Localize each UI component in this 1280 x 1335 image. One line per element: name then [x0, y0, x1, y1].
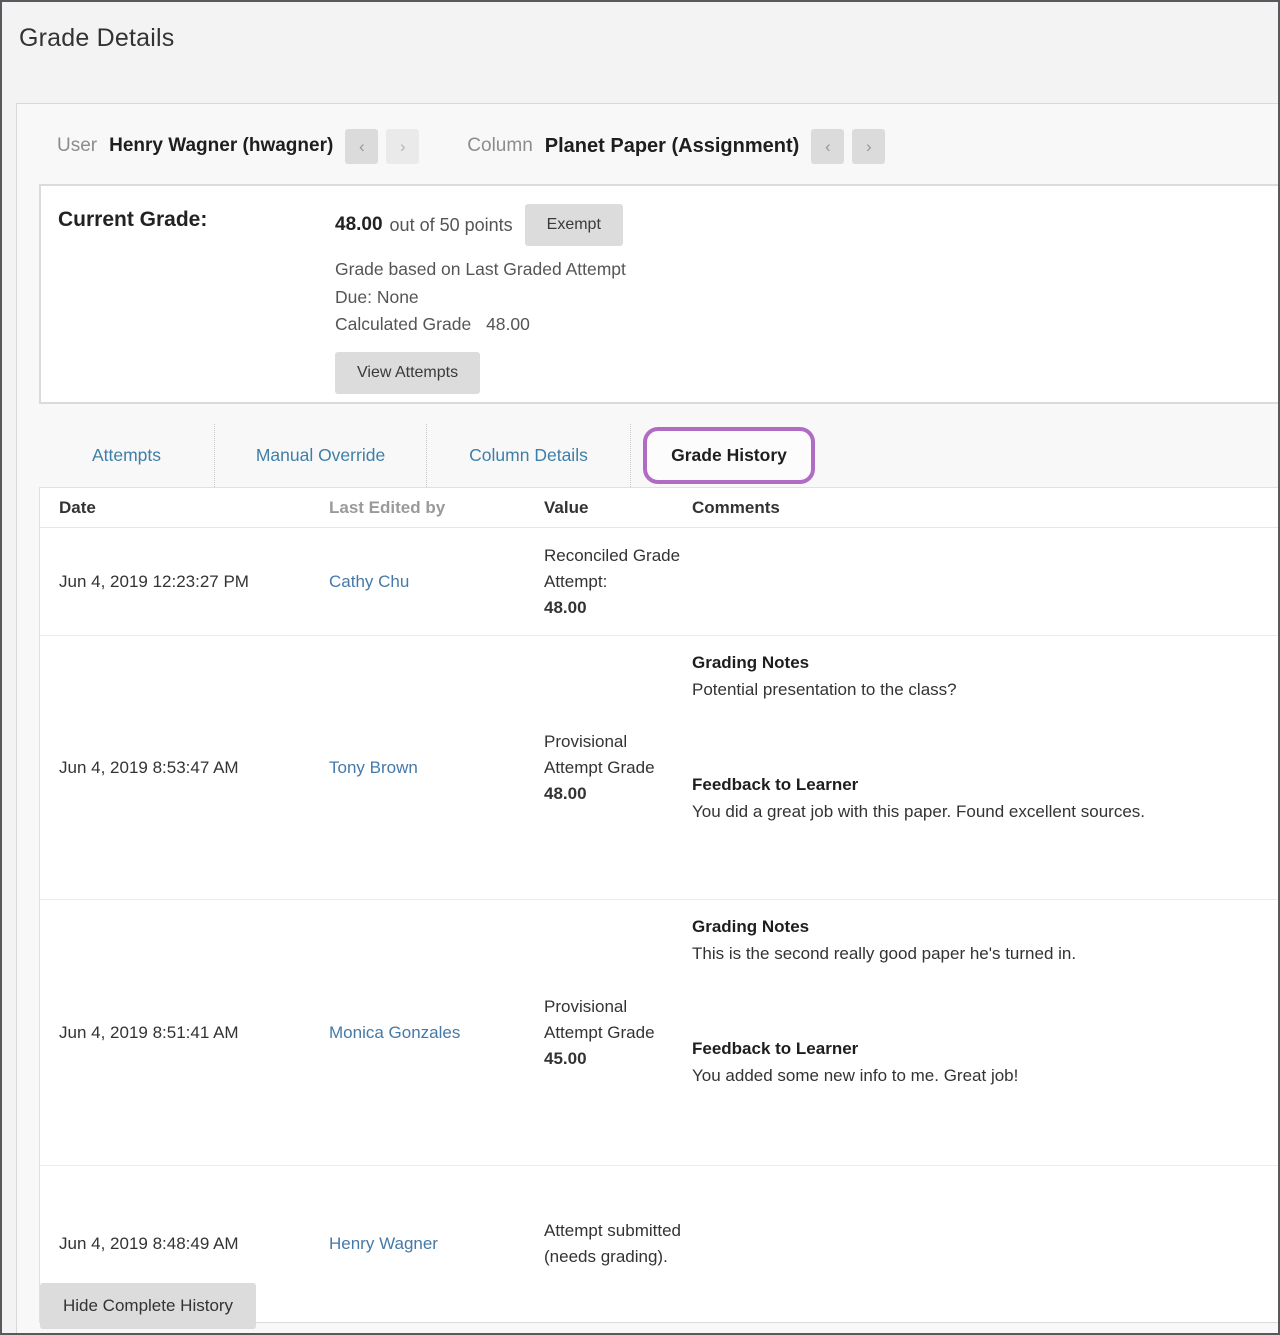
- editor-link[interactable]: Tony Brown: [329, 758, 418, 777]
- chevron-left-icon: ‹: [825, 137, 831, 156]
- comment-heading: Grading Notes: [692, 649, 1270, 676]
- editor-link[interactable]: Monica Gonzales: [329, 1023, 460, 1042]
- grade-due: Due: None: [335, 284, 1280, 312]
- grading-notes-block: Grading Notes This is the second really …: [692, 913, 1270, 967]
- grade-out-of: out of 50 points: [390, 215, 513, 236]
- table-row: Jun 4, 2019 8:53:47 AM Tony Brown Provis…: [40, 636, 1280, 900]
- editor-link[interactable]: Henry Wagner: [329, 1234, 438, 1253]
- user-name: Henry Wagner (hwagner): [109, 135, 333, 157]
- column-header-date: Date: [40, 498, 329, 518]
- grade-score: 48.00: [335, 214, 383, 236]
- history-date: Jun 4, 2019 12:23:27 PM: [40, 572, 329, 592]
- chevron-right-icon: ›: [866, 137, 872, 156]
- grade-history-table: Date Last Edited by Value Comments Jun 4…: [39, 487, 1280, 1323]
- grade-details-window: Grade Details User Henry Wagner (hwagner…: [0, 0, 1280, 1335]
- value-text: Reconciled Grade Attempt:: [544, 546, 680, 591]
- current-grade-label: Current Grade:: [58, 204, 335, 402]
- history-value: Reconciled Grade Attempt: 48.00: [544, 543, 692, 621]
- value-text: Provisional Attempt Grade: [544, 997, 655, 1042]
- view-attempts-button[interactable]: View Attempts: [335, 352, 480, 394]
- exempt-button[interactable]: Exempt: [525, 204, 623, 246]
- user-column-nav: User Henry Wagner (hwagner) ‹ › Column P…: [17, 104, 1280, 184]
- table-row: Jun 4, 2019 8:51:41 AM Monica Gonzales P…: [40, 900, 1280, 1166]
- tab-column-details[interactable]: Column Details: [427, 424, 631, 487]
- calculated-grade-value: 48.00: [486, 314, 530, 334]
- value-grade: 48.00: [544, 781, 682, 807]
- next-user-button[interactable]: ›: [386, 129, 419, 164]
- feedback-block: Feedback to Learner You added some new i…: [692, 1035, 1270, 1089]
- editor-link[interactable]: Cathy Chu: [329, 572, 409, 591]
- history-date: Jun 4, 2019 8:51:41 AM: [40, 1023, 329, 1043]
- table-header-row: Date Last Edited by Value Comments: [40, 488, 1280, 528]
- grade-score-line: 48.00 out of 50 points Exempt: [335, 204, 1280, 246]
- previous-column-button[interactable]: ‹: [811, 129, 844, 164]
- tab-grade-history-label[interactable]: Grade History: [643, 427, 815, 484]
- value-text: Attempt submitted (needs grading).: [544, 1221, 681, 1266]
- feedback-block: Feedback to Learner You did a great job …: [692, 771, 1270, 825]
- next-column-button[interactable]: ›: [852, 129, 885, 164]
- comment-heading: Feedback to Learner: [692, 1035, 1270, 1062]
- comment-heading: Grading Notes: [692, 913, 1270, 940]
- comment-text: You did a great job with this paper. Fou…: [692, 798, 1270, 825]
- column-header-last-edited-by: Last Edited by: [329, 498, 544, 518]
- table-row: Jun 4, 2019 12:23:27 PM Cathy Chu Reconc…: [40, 528, 1280, 636]
- grading-notes-block: Grading Notes Potential presentation to …: [692, 649, 1270, 703]
- calculated-grade-line: Calculated Grade 48.00: [335, 311, 1280, 339]
- comment-text: This is the second really good paper he'…: [692, 940, 1270, 967]
- chevron-right-icon: ›: [400, 137, 406, 156]
- current-grade-body: 48.00 out of 50 points Exempt Grade base…: [335, 204, 1280, 402]
- column-header-comments: Comments: [692, 494, 1280, 521]
- tab-attempts[interactable]: Attempts: [39, 424, 215, 487]
- current-grade-box: Current Grade: 48.00 out of 50 points Ex…: [39, 184, 1280, 404]
- previous-user-button[interactable]: ‹: [345, 129, 378, 164]
- comment-text: Potential presentation to the class?: [692, 676, 1270, 703]
- history-date: Jun 4, 2019 8:48:49 AM: [40, 1234, 329, 1254]
- history-comments: Grading Notes Potential presentation to …: [692, 636, 1280, 825]
- user-label: User: [57, 135, 97, 157]
- tab-manual-override[interactable]: Manual Override: [215, 424, 427, 487]
- comment-text: You added some new info to me. Great job…: [692, 1062, 1270, 1089]
- history-comments: Grading Notes This is the second really …: [692, 900, 1280, 1089]
- history-date: Jun 4, 2019 8:53:47 AM: [40, 758, 329, 778]
- tab-grade-history[interactable]: Grade History: [631, 424, 827, 487]
- comment-heading: Feedback to Learner: [692, 771, 1270, 798]
- history-value: Attempt submitted (needs grading).: [544, 1218, 692, 1270]
- history-value: Provisional Attempt Grade 45.00: [544, 994, 692, 1072]
- tab-bar: Attempts Manual Override Column Details …: [39, 424, 1280, 487]
- value-grade: 45.00: [544, 1046, 682, 1072]
- page-title: Grade Details: [2, 2, 1278, 53]
- grade-details-panel: User Henry Wagner (hwagner) ‹ › Column P…: [16, 103, 1280, 1335]
- calculated-grade-label: Calculated Grade: [335, 314, 471, 334]
- column-label: Column: [467, 135, 532, 157]
- history-value: Provisional Attempt Grade 48.00: [544, 729, 692, 807]
- column-name: Planet Paper (Assignment): [545, 135, 800, 158]
- grade-based-on: Grade based on Last Graded Attempt: [335, 256, 1280, 284]
- chevron-left-icon: ‹: [359, 137, 365, 156]
- value-text: Provisional Attempt Grade: [544, 732, 655, 777]
- column-header-value: Value: [544, 495, 692, 521]
- hide-complete-history-button[interactable]: Hide Complete History: [40, 1283, 256, 1329]
- value-grade: 48.00: [544, 595, 682, 621]
